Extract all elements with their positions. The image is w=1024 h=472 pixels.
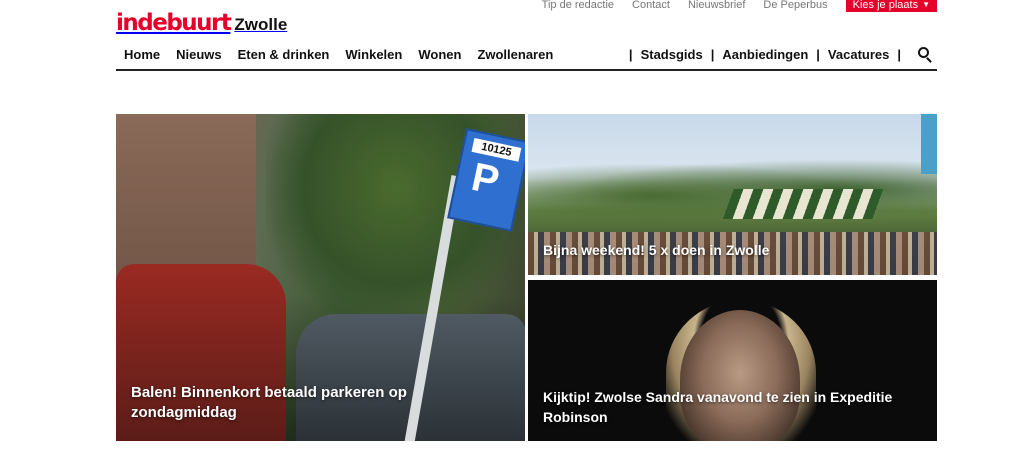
logo-brand: indebuurt — [116, 10, 232, 36]
link-de-peperbus[interactable]: De Peperbus — [763, 0, 827, 11]
chevron-down-icon: ▼ — [922, 0, 930, 9]
article-card-parkeren[interactable]: 10125 P Balen! Binnenkort betaald parker… — [116, 114, 525, 441]
article-card-robinson[interactable]: Kijktip! Zwolse Sandra vanavond te zien … — [528, 280, 937, 441]
nav-right: | Stadsgids | Aanbiedingen | Vacatures | — [621, 40, 937, 69]
link-contact[interactable]: Contact — [632, 0, 670, 11]
link-nieuwsbrief[interactable]: Nieuwsbrief — [688, 0, 745, 11]
nav-item-eten-drinken[interactable]: Eten & drinken — [238, 47, 330, 62]
article-title: Balen! Binnenkort betaald parkeren op zo… — [131, 384, 407, 421]
search-icon[interactable] — [915, 45, 937, 65]
nav-separator: | — [816, 47, 820, 62]
nav-item-zwollenaren[interactable]: Zwollenaren — [477, 47, 553, 62]
kies-je-plaats-button[interactable]: Kies je plaats ▼ — [845, 0, 937, 12]
nav-separator: | — [897, 47, 901, 62]
article-title: Bijna weekend! 5 x doen in Zwolle — [543, 242, 770, 258]
parking-sign-letter: P — [467, 154, 504, 204]
nav-left: Home Nieuws Eten & drinken Winkelen Wone… — [116, 40, 561, 69]
nav-item-nieuws[interactable]: Nieuws — [176, 47, 222, 62]
nav-item-wonen[interactable]: Wonen — [418, 47, 461, 62]
nav-item-vacatures[interactable]: Vacatures — [828, 47, 889, 62]
nav-item-aanbiedingen[interactable]: Aanbiedingen — [722, 47, 808, 62]
link-tip-de-redactie[interactable]: Tip de redactie — [542, 0, 614, 11]
logo-city: Zwolle — [234, 15, 288, 34]
nav-item-winkelen[interactable]: Winkelen — [345, 47, 402, 62]
top-links: Tip de redactie Contact Nieuwsbrief De P… — [524, 0, 937, 12]
featured-grid: 10125 P Balen! Binnenkort betaald parker… — [116, 114, 937, 441]
nav-separator: | — [710, 47, 715, 62]
nav-item-stadsgids[interactable]: Stadsgids — [641, 47, 703, 62]
article-card-weekend[interactable]: Bijna weekend! 5 x doen in Zwolle — [528, 114, 937, 275]
article-title: Kijktip! Zwolse Sandra vanavond te zien … — [543, 389, 893, 425]
main-nav: Home Nieuws Eten & drinken Winkelen Wone… — [116, 40, 937, 71]
nav-separator: | — [628, 47, 633, 62]
kies-je-plaats-label: Kies je plaats — [852, 0, 919, 11]
nav-item-home[interactable]: Home — [124, 47, 160, 62]
site-logo[interactable]: indebuurt Zwolle — [116, 12, 287, 35]
